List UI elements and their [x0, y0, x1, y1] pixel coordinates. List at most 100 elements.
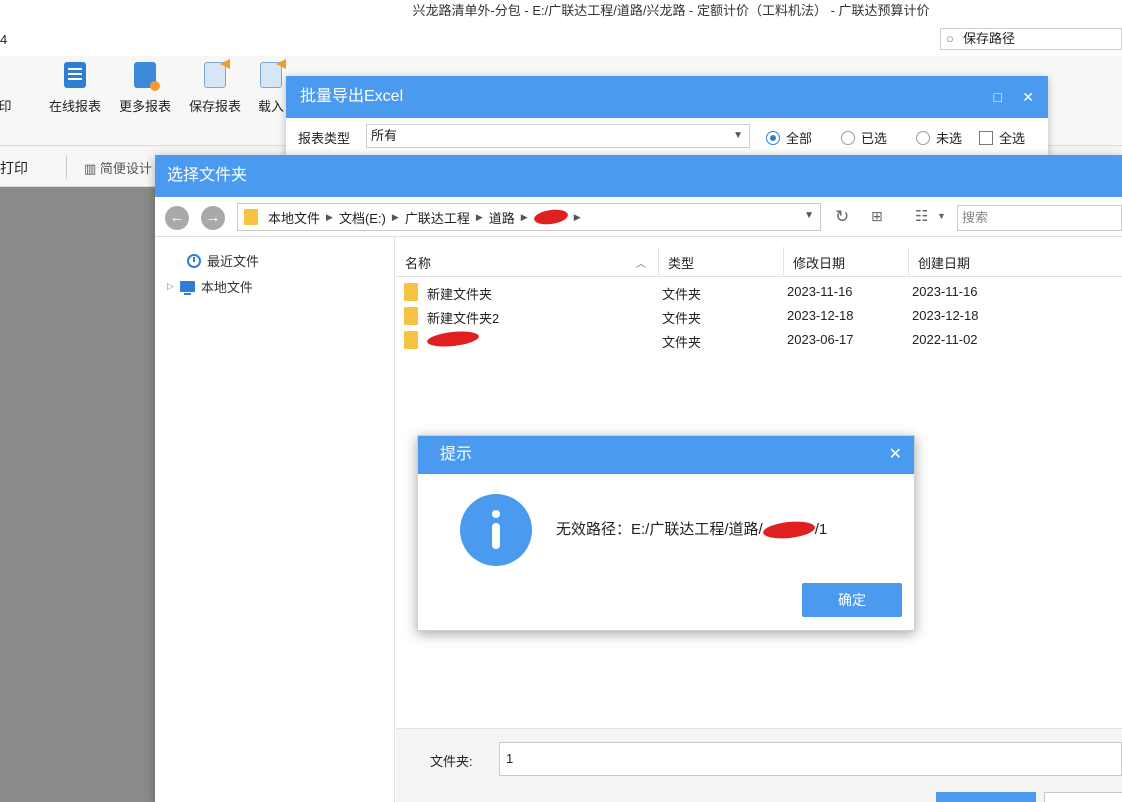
radio-selected-label: 已选 [861, 131, 888, 146]
forward-arrow-icon[interactable]: → [201, 206, 225, 230]
select-all-checkbox[interactable]: 全选 [979, 128, 1025, 147]
column-header-type[interactable]: 类型 [668, 253, 694, 272]
breadcrumb-local[interactable]: 本地文件 [268, 208, 320, 227]
save-report-button[interactable]: 保存报表 [180, 62, 250, 115]
redaction-mark [426, 329, 480, 349]
view-dropdown-icon[interactable]: ▼ [937, 211, 946, 221]
load-report-icon [260, 62, 282, 88]
report-type-select[interactable]: 所有 ▼ [366, 124, 750, 148]
file-created: 2022-11-02 [912, 332, 978, 347]
folder-name-bar: 文件夹: 1 [396, 728, 1122, 802]
more-reports-label: 更多报表 [118, 99, 171, 114]
column-divider [658, 247, 659, 275]
folder-field-label: 文件夹: [430, 754, 473, 769]
new-folder-icon[interactable]: ⊞ [871, 208, 883, 225]
sidebar-item-recent-label: 最近文件 [207, 254, 260, 269]
breadcrumb-separator-icon: ▶ [326, 211, 333, 222]
file-created: 2023-11-16 [912, 284, 978, 299]
file-row[interactable]: 文件夹 2023-06-17 2022-11-02 [396, 328, 1122, 352]
radio-unselected-dot [916, 130, 930, 145]
view-list-icon[interactable]: ☷ [915, 207, 928, 225]
breadcrumb-separator-icon: ▶ [475, 211, 483, 222]
expand-arrow-icon[interactable]: ▷ [167, 281, 174, 292]
address-row: ← → 本地文件 ▶ 文档(E:) ▶ 广联达工程 ▶ 道路 ▶ ▶ ▼ ↻ ⊞… [155, 197, 1122, 237]
redaction-mark [761, 519, 816, 541]
cancel-button-partial[interactable] [1044, 792, 1122, 802]
tip-dialog-title: 提示 [440, 446, 473, 463]
sidebar-item-local-label: 本地文件 [200, 280, 253, 295]
tip-dialog: 提示 ✕ 无效路径：E:/广联达工程/道路/ /1 确定 [417, 435, 915, 631]
feature-search-input[interactable]: ○ 保存路径 [940, 28, 1122, 50]
quick-design-label: 简便设计 [99, 161, 152, 176]
radio-unselected-label: 未选 [936, 131, 963, 146]
ok-button[interactable]: 确定 [802, 583, 902, 617]
print-tab[interactable]: 打印 [0, 158, 28, 178]
close-icon[interactable]: ✕ [1022, 76, 1034, 118]
address-bar[interactable]: 本地文件 ▶ 文档(E:) ▶ 广联达工程 ▶ 道路 ▶ ▶ ▼ [237, 203, 821, 231]
file-name: 新建文件夹2 [427, 311, 500, 326]
folder-icon [404, 331, 418, 349]
refresh-icon[interactable]: ↻ [835, 207, 849, 227]
radio-all[interactable]: 全部 [766, 128, 812, 147]
breadcrumb-road[interactable]: 道路 [489, 208, 515, 227]
file-row[interactable]: 新建文件夹 文件夹 2023-11-16 2023-11-16 [396, 280, 1122, 304]
folder-icon [404, 283, 418, 301]
file-modified: 2023-11-16 [787, 284, 853, 299]
more-reports-icon [134, 62, 160, 91]
column-divider [908, 247, 909, 275]
maximize-icon[interactable]: □ [994, 76, 1002, 118]
chevron-down-icon: ▼ [733, 130, 743, 141]
more-reports-button[interactable]: 更多报表 [110, 62, 180, 115]
column-header-modified[interactable]: 修改日期 [793, 253, 845, 272]
report-type-label: 报表类型 [298, 131, 351, 146]
file-row[interactable]: 新建文件夹2 文件夹 2023-12-18 2023-12-18 [396, 304, 1122, 328]
report-type-value: 所有 [371, 128, 398, 143]
clock-icon [187, 253, 201, 268]
file-type: 文件夹 [662, 335, 702, 350]
confirm-button-partial[interactable] [936, 792, 1036, 802]
file-type: 文件夹 [662, 287, 702, 302]
navigation-pane: 最近文件 ▷ 本地文件 [155, 237, 395, 802]
quick-design-icon: ▥ [84, 161, 100, 176]
column-header-created[interactable]: 创建日期 [918, 253, 970, 272]
back-arrow-icon[interactable]: ← [165, 206, 189, 230]
radio-all-dot [766, 130, 780, 145]
redaction-mark [532, 207, 569, 227]
divider [66, 155, 67, 179]
file-name: 新建文件夹 [427, 287, 493, 302]
menu-row: 4 ○ 保存路径 [0, 24, 1122, 56]
breadcrumb-project[interactable]: 广联达工程 [405, 208, 470, 227]
save-report-icon [204, 62, 226, 88]
online-report-button[interactable]: 在线报表 [40, 62, 110, 115]
radio-unselected[interactable]: 未选 [916, 128, 962, 147]
column-header-name[interactable]: 名称 [405, 253, 431, 272]
tip-message-prefix: 无效路径：E:/广联达工程/道路/ [556, 521, 763, 538]
sidebar-item-local[interactable]: ▷ 本地文件 [167, 277, 253, 296]
menu-stub: 4 [0, 32, 8, 47]
tip-message: 无效路径：E:/广联达工程/道路/ /1 [556, 518, 827, 541]
breadcrumb-separator-icon: ▶ [391, 211, 399, 222]
close-icon[interactable]: ✕ [889, 436, 902, 474]
excel-dialog-titlebar: 批量导出Excel □ ✕ [286, 76, 1048, 118]
folder-name-input[interactable]: 1 [499, 742, 1122, 776]
folder-search-placeholder: 搜索 [962, 210, 989, 225]
sidebar-item-recent[interactable]: 最近文件 [187, 251, 259, 270]
breadcrumb-separator-icon: ▶ [573, 211, 581, 222]
chevron-down-icon[interactable]: ▼ [804, 210, 814, 221]
print-ribbon-button[interactable]: 印 [0, 62, 40, 115]
report-preview-area [0, 187, 160, 802]
breadcrumb-drive[interactable]: 文档(E:) [339, 208, 386, 227]
quick-design-tab[interactable]: ▥ 简便设计 [84, 158, 152, 177]
sort-ascending-icon: ︿ [636, 259, 646, 270]
computer-icon [179, 281, 195, 295]
report-type-row: 报表类型 所有 ▼ 全部 已选 未选 全选 [286, 118, 1048, 154]
radio-selected-dot [841, 130, 855, 145]
search-icon: ○ [946, 31, 954, 46]
folder-search-input[interactable]: 搜索 [957, 205, 1122, 231]
tip-dialog-titlebar: 提示 ✕ [418, 436, 914, 474]
file-modified: 2023-06-17 [787, 332, 854, 347]
column-divider [783, 247, 784, 275]
info-icon [460, 494, 532, 566]
radio-selected[interactable]: 已选 [841, 128, 887, 147]
folder-icon [244, 209, 258, 225]
